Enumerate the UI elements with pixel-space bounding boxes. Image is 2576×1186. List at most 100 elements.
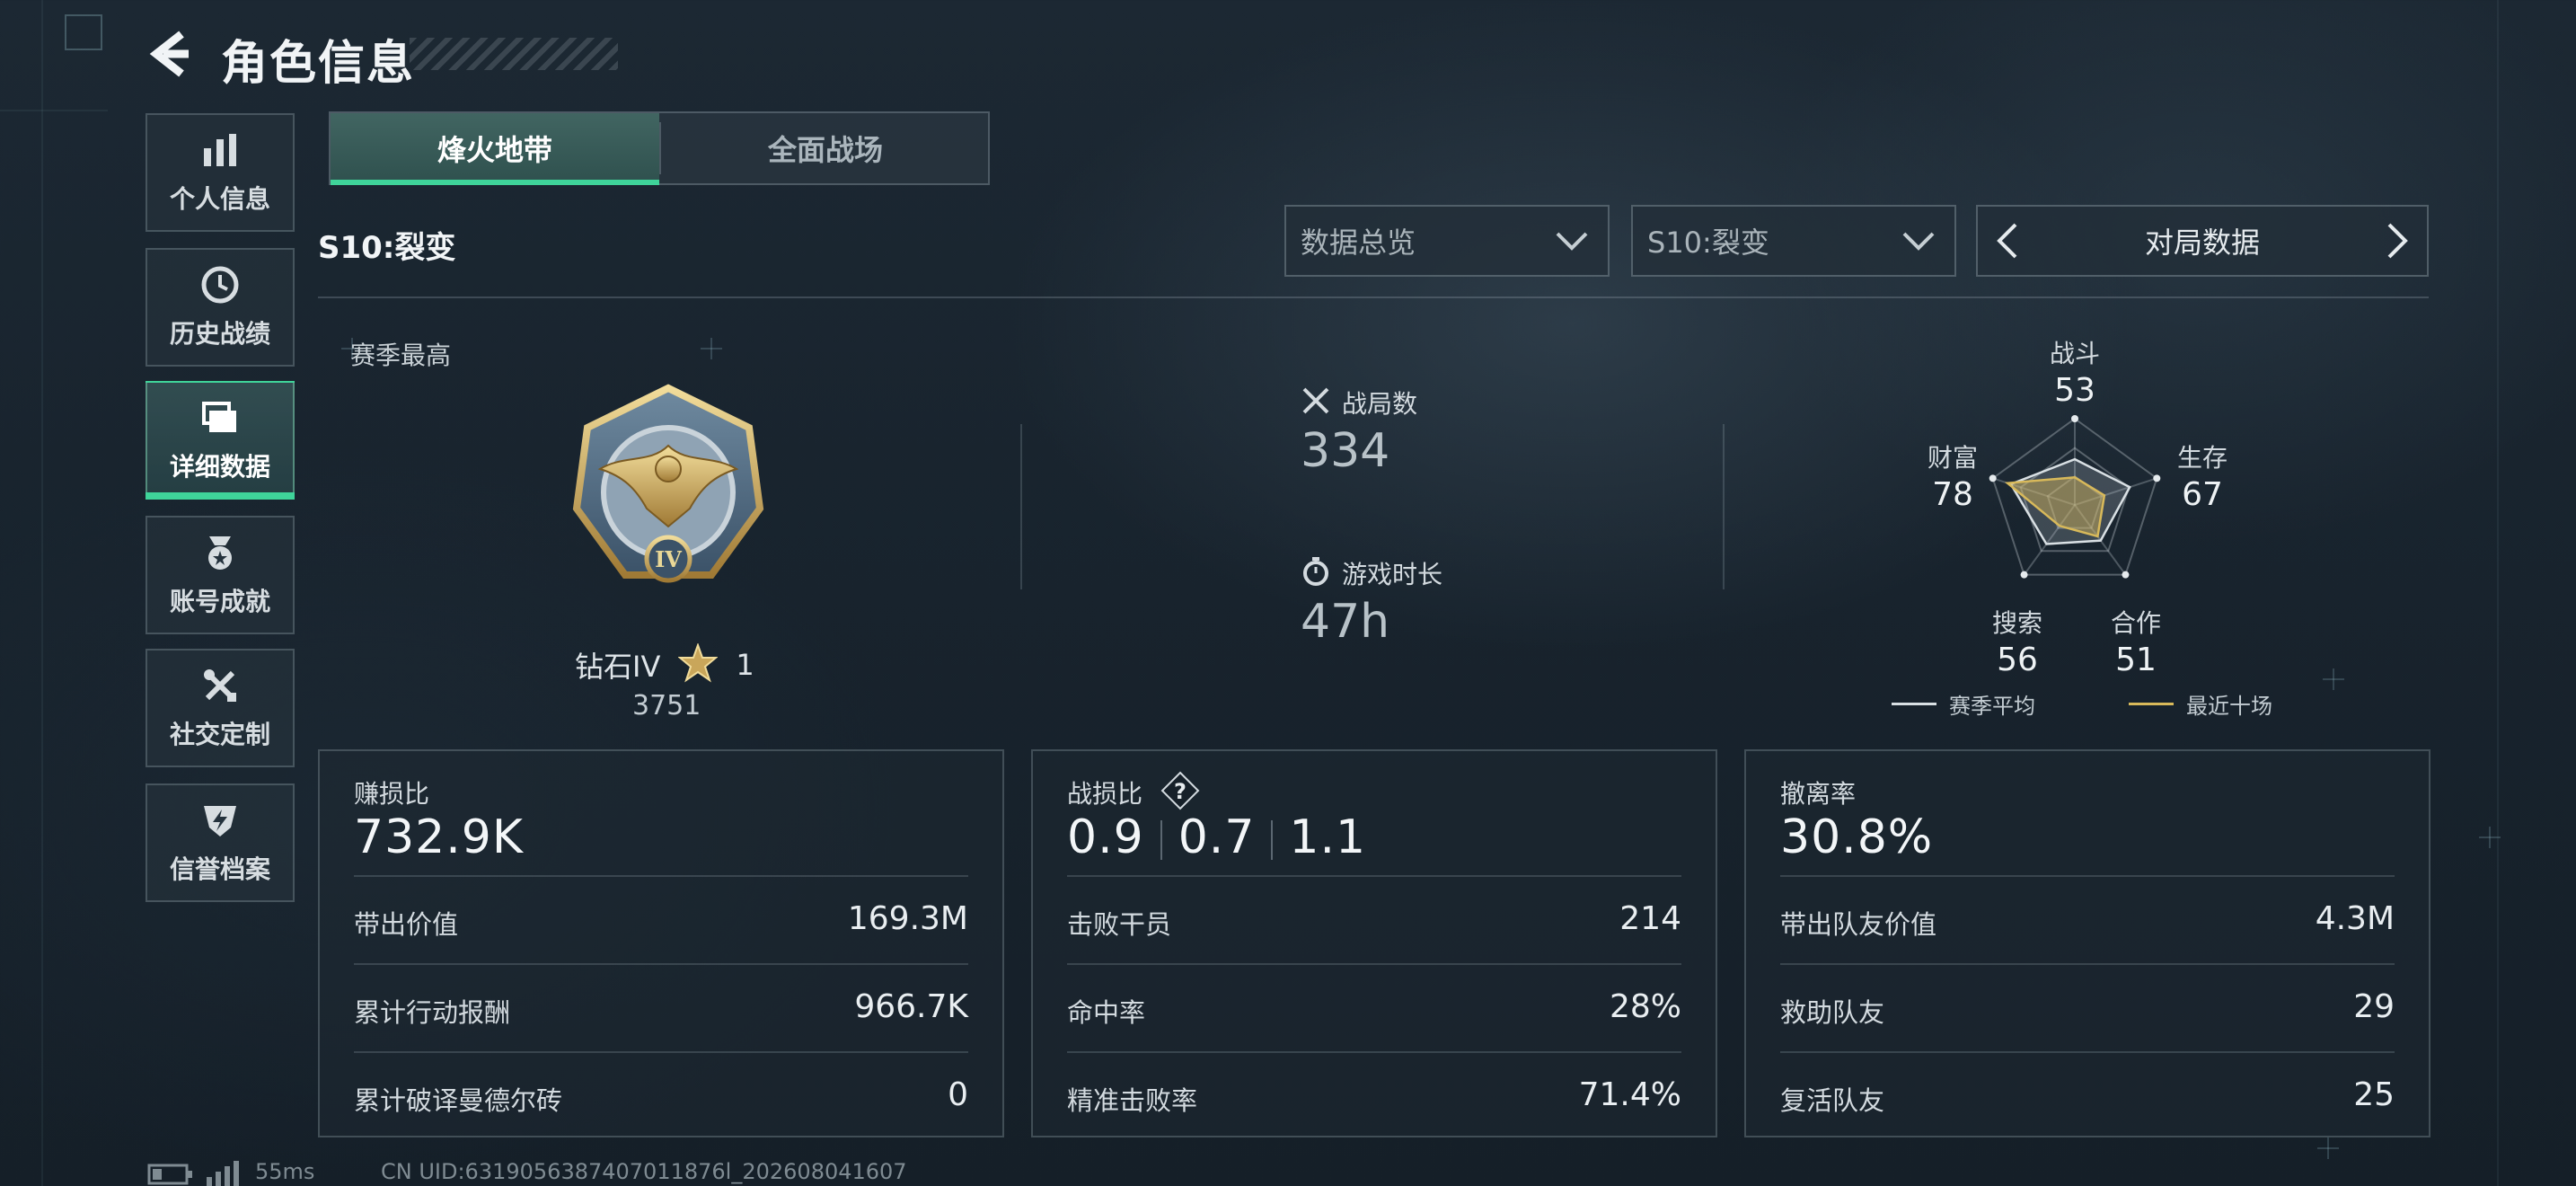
data-type-dropdown[interactable]: 数据总览	[1284, 205, 1610, 277]
sidebar-item-achievements[interactable]: 账号成就	[146, 516, 295, 634]
legend-swatch-recent	[2129, 703, 2174, 705]
legend-label-recent: 最近十场	[2186, 694, 2272, 719]
rank-stars: 1	[736, 648, 754, 682]
stat-row: 命中率 28%	[1067, 963, 1681, 1049]
dropdown-value: S10:裂变	[1647, 226, 1769, 260]
stat-row-value: 214	[1619, 900, 1681, 937]
signal-icon	[205, 1159, 241, 1186]
medal-icon	[199, 532, 241, 573]
back-arrow-icon[interactable]	[144, 27, 198, 81]
sidebar-item-label: 个人信息	[169, 184, 270, 214]
sidebar-item-detailed-data[interactable]: 详细数据	[146, 381, 295, 500]
stat-row-value: 25	[2353, 1076, 2395, 1113]
sidebar-item-history[interactable]: 历史战绩	[146, 248, 295, 367]
radar-legend-season: 赛季平均	[1892, 688, 2035, 720]
stat-row-label: 击败干员	[1067, 909, 1172, 940]
stat-row-label: 带出队友价值	[1780, 909, 1937, 940]
radar-label-wealth: 财富	[1927, 443, 1978, 473]
stat-row-value: 29	[2353, 988, 2395, 1025]
radar-value-wealth: 78	[1932, 476, 1973, 513]
sidebar-item-label: 历史战绩	[169, 319, 270, 349]
playtime-label: 游戏时长	[1342, 560, 1443, 589]
sidebar-item-label: 信誉档案	[169, 854, 270, 884]
rank-emblem: IV	[560, 383, 776, 598]
rank-line: 钻石IV 1	[575, 642, 754, 686]
radar-value-search: 56	[1997, 642, 2038, 678]
legend-swatch-season	[1892, 703, 1936, 705]
stat-row: 带出价值 169.3M	[354, 875, 968, 961]
playtime-header: 游戏时长	[1301, 555, 1442, 591]
radar-axis-dot	[2020, 571, 2028, 579]
bg-crosshair	[2479, 827, 2501, 848]
radar-legend-recent: 最近十场	[2129, 688, 2272, 720]
section-divider	[1020, 424, 1022, 589]
svg-text:?: ?	[1174, 779, 1187, 804]
ratio-value: 0.7	[1178, 810, 1256, 864]
card-title: 战损比	[1067, 779, 1143, 809]
rank-caption: 赛季最高	[350, 341, 452, 370]
card-main-value: 732.9K	[354, 810, 524, 864]
radar-label-search: 搜索	[1991, 608, 2042, 638]
folders-icon	[199, 397, 241, 438]
chevron-right-icon[interactable]	[2378, 223, 2414, 259]
page-title: 角色信息	[221, 37, 416, 91]
radar-value-combat: 53	[2054, 372, 2095, 409]
radar-label-combat: 战斗	[2049, 339, 2100, 368]
season-dropdown[interactable]: S10:裂变	[1631, 205, 1956, 277]
matches-label: 战局数	[1342, 389, 1418, 419]
ping-value: 55ms	[255, 1159, 315, 1184]
radar-axis-dot	[2071, 415, 2078, 422]
stat-row-value: 966.7K	[854, 988, 968, 1025]
stat-row-label: 累计行动报酬	[354, 997, 511, 1028]
season-label: S10:裂变	[318, 230, 456, 266]
bg-corner-square	[65, 14, 102, 50]
section-divider	[1723, 424, 1725, 589]
mode-tabs: 烽火地带 全面战场	[329, 111, 990, 185]
stat-row-value: 169.3M	[847, 900, 968, 937]
clock-icon	[199, 264, 241, 305]
stat-row-value: 71.4%	[1578, 1076, 1681, 1113]
rank-name: 钻石IV	[575, 650, 661, 684]
combat-ratios: 0.9 0.7 1.1	[1067, 810, 1366, 864]
radar-value-survival: 67	[2182, 476, 2223, 513]
sidebar-item-credit[interactable]: 信誉档案	[146, 783, 295, 902]
tab-full-battlefield[interactable]: 全面战场	[661, 113, 990, 183]
title-decoration	[410, 38, 618, 70]
stat-row: 累计破译曼德尔砖 0	[354, 1051, 968, 1137]
radar-label-survival: 生存	[2176, 443, 2228, 473]
bg-crosshair	[701, 338, 722, 359]
stat-row: 击败干员 214	[1067, 875, 1681, 961]
sidebar-item-label: 账号成就	[169, 587, 270, 616]
help-icon[interactable]: ?	[1160, 771, 1200, 810]
sidebar-item-personal-info[interactable]: 个人信息	[146, 113, 295, 232]
radar-value-cooperation: 51	[2115, 642, 2157, 678]
stopwatch-icon	[1301, 556, 1331, 590]
stat-row: 精准击败率 71.4%	[1067, 1051, 1681, 1137]
ratio-value: 0.9	[1067, 810, 1144, 864]
profit-card: 赚损比 732.9K 带出价值 169.3M 累计行动报酬 966.7K 累计破…	[318, 749, 1004, 1137]
stat-row: 救助队友 29	[1780, 963, 2395, 1049]
ratio-value: 1.1	[1289, 810, 1367, 864]
ratio-separator	[1160, 820, 1162, 860]
bg-crosshair	[2317, 1137, 2339, 1159]
stat-row-label: 救助队友	[1780, 997, 1885, 1028]
badge-icon	[199, 800, 241, 841]
extract-card: 撤离率 30.8% 带出队友价值 4.3M 救助队友 29 复活队友 25	[1744, 749, 2430, 1137]
radar-axis-dot	[2122, 571, 2130, 579]
card-title: 撤离率	[1780, 779, 1857, 809]
sidebar-item-label: 社交定制	[169, 720, 270, 749]
stat-row-label: 复活队友	[1780, 1085, 1885, 1116]
bg-crosshair	[2323, 668, 2344, 690]
bg-grid-line	[41, 0, 43, 1186]
stat-type-label: 对局数据	[2144, 226, 2260, 260]
sidebar-item-social[interactable]: 社交定制	[146, 649, 295, 767]
section-divider	[318, 296, 2429, 298]
stat-row-label: 累计破译曼德尔砖	[354, 1085, 563, 1116]
combat-card: 战损比 ? 0.9 0.7 1.1 击败干员 214 命中率 28% 精准击败率 7…	[1031, 749, 1717, 1137]
star-icon	[677, 642, 719, 686]
stat-row-value: 28%	[1609, 988, 1681, 1025]
stat-row-label: 命中率	[1067, 997, 1146, 1028]
stat-row: 复活队友 25	[1780, 1051, 2395, 1137]
tab-warfare-zone[interactable]: 烽火地带	[331, 113, 659, 185]
stat-type-switcher: 对局数据	[1976, 205, 2429, 277]
